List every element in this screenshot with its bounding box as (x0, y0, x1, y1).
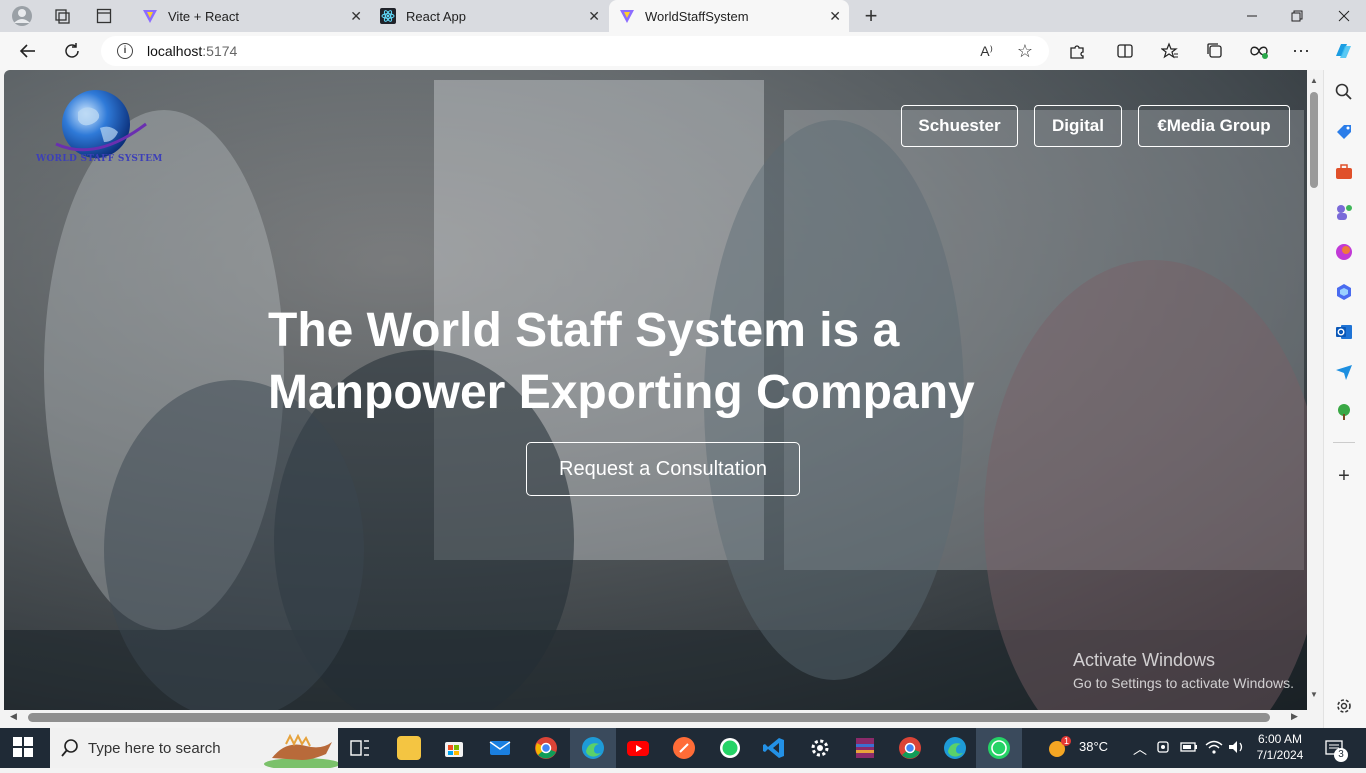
mail-icon[interactable] (488, 736, 512, 760)
scroll-up-arrow-icon[interactable]: ▲ (1310, 76, 1318, 85)
taskbar-search-box[interactable]: Type here to search (50, 728, 340, 770)
search-icon (60, 738, 80, 763)
browser-essentials-icon[interactable] (1247, 39, 1271, 63)
logo-text: WORLD STAFF SYSTEM (36, 154, 163, 164)
winrar-icon[interactable] (853, 736, 877, 760)
read-aloud-icon[interactable]: A⁾ (980, 43, 993, 60)
tray-device-icon[interactable] (1156, 739, 1172, 758)
close-tab-icon[interactable]: ✕ (829, 8, 841, 25)
tools-icon[interactable] (1334, 162, 1354, 182)
workspaces-icon[interactable] (50, 4, 74, 28)
shopping-tag-icon[interactable] (1334, 122, 1354, 142)
copilot-icon[interactable] (1331, 39, 1355, 63)
search-highlight-dinosaur-icon (262, 730, 340, 773)
vite-icon (142, 8, 158, 24)
profile-icon[interactable] (10, 4, 34, 28)
settings-gear-icon[interactable] (808, 736, 832, 760)
add-sidebar-app-icon[interactable]: + (1334, 466, 1354, 486)
sidebar-settings-icon[interactable] (1334, 696, 1354, 716)
more-menu-icon[interactable]: ⋯ (1289, 39, 1313, 63)
hero-headline: The World Staff System is a Manpower Exp… (268, 300, 1088, 424)
outlook-icon[interactable] (1334, 322, 1354, 342)
new-tab-button[interactable]: + (859, 3, 883, 28)
clock[interactable]: 6:00 AM 7/1/2024 (1256, 731, 1304, 763)
tab-label: React App (406, 8, 466, 24)
clock-date: 7/1/2024 (1256, 748, 1304, 762)
volume-icon[interactable] (1228, 739, 1246, 758)
search-placeholder: Type here to search (88, 739, 221, 757)
activate-windows-watermark: Activate Windows Go to Settings to activ… (1073, 650, 1294, 691)
close-window-button[interactable] (1332, 4, 1356, 28)
tab-label: WorldStaffSystem (645, 8, 749, 24)
microsoft-store-icon[interactable] (442, 736, 466, 760)
sidebar-divider (1333, 442, 1355, 443)
headline-line-1: The World Staff System is a (268, 304, 900, 357)
horizontal-scroll-thumb[interactable] (28, 713, 1270, 722)
address-bar[interactable]: i localhost:5174 A⁾ ☆ (101, 36, 1049, 66)
back-button[interactable] (16, 39, 40, 63)
request-consultation-button[interactable]: Request a Consultation (526, 442, 800, 496)
watermark-subtitle: Go to Settings to activate Windows. (1073, 675, 1294, 691)
tray-chevron-icon[interactable]: ︿ (1133, 739, 1147, 759)
chrome-profile-icon[interactable] (898, 736, 922, 760)
tab-actions-icon[interactable] (92, 4, 116, 28)
nav-media-group-button[interactable]: €Media Group (1138, 105, 1290, 147)
whatsapp-desktop-icon[interactable] (987, 736, 1011, 760)
collections-icon[interactable] (1203, 39, 1227, 63)
weather-icon[interactable] (1047, 735, 1073, 762)
extensions-icon[interactable] (1065, 39, 1089, 63)
vscode-icon[interactable] (762, 736, 786, 760)
site-info-icon[interactable]: i (117, 43, 133, 59)
react-icon (380, 8, 396, 24)
wifi-icon[interactable] (1205, 739, 1223, 758)
minimize-button[interactable] (1240, 4, 1264, 28)
browser-tab-strip: Vite + React ✕ React App ✕ WorldStaffSys… (0, 0, 1366, 32)
scroll-down-arrow-icon[interactable]: ▼ (1310, 690, 1318, 699)
search-icon[interactable] (1334, 82, 1354, 102)
edge-taskbar-icon[interactable] (581, 736, 605, 760)
close-tab-icon[interactable]: ✕ (588, 8, 600, 25)
nav-schuester-button[interactable]: Schuester (901, 105, 1018, 147)
restore-button[interactable] (1285, 4, 1309, 28)
whatsapp-icon[interactable] (718, 736, 742, 760)
microsoft-365-icon[interactable] (1334, 282, 1354, 302)
favorites-icon[interactable] (1158, 39, 1182, 63)
split-screen-icon[interactable] (1113, 39, 1137, 63)
tab-react-app[interactable]: React App ✕ (370, 0, 608, 32)
battery-icon[interactable] (1180, 739, 1198, 758)
tree-icon[interactable] (1334, 402, 1354, 422)
weather-badge: 1 (1064, 736, 1070, 746)
close-tab-icon[interactable]: ✕ (350, 8, 362, 25)
start-icon[interactable] (12, 736, 36, 760)
page-viewport: WORLD STAFF SYSTEM Schuester Digital €Me… (4, 70, 1307, 710)
notification-count-badge: 3 (1334, 748, 1348, 762)
copilot-sidebar-icon[interactable] (1334, 242, 1354, 262)
file-explorer-icon[interactable] (397, 736, 421, 760)
task-view-icon[interactable] (348, 736, 372, 760)
vite-icon (619, 8, 635, 24)
watermark-title: Activate Windows (1073, 650, 1216, 670)
url-text: localhost:5174 (147, 43, 238, 59)
postman-icon[interactable] (672, 736, 696, 760)
edge-alt-icon[interactable] (943, 736, 967, 760)
send-icon[interactable] (1334, 362, 1354, 382)
favorite-star-icon[interactable]: ☆ (1017, 41, 1033, 62)
vertical-scroll-thumb[interactable] (1310, 92, 1318, 188)
chrome-icon[interactable] (534, 736, 558, 760)
tab-vite-react[interactable]: Vite + React ✕ (132, 0, 370, 32)
tab-label: Vite + React (168, 8, 239, 24)
refresh-button[interactable] (60, 39, 84, 63)
clock-time: 6:00 AM (1257, 732, 1303, 746)
youtube-icon[interactable] (626, 736, 650, 760)
games-icon[interactable] (1334, 202, 1354, 222)
scroll-right-arrow-icon[interactable]: ▶ (1291, 711, 1298, 722)
nav-digital-button[interactable]: Digital (1034, 105, 1122, 147)
scroll-left-arrow-icon[interactable]: ◀ (10, 711, 17, 722)
tab-worldstaffsystem[interactable]: WorldStaffSystem ✕ (609, 0, 849, 32)
temperature-text[interactable]: 38°C (1079, 739, 1108, 754)
headline-line-2: Manpower Exporting Company (268, 366, 975, 419)
